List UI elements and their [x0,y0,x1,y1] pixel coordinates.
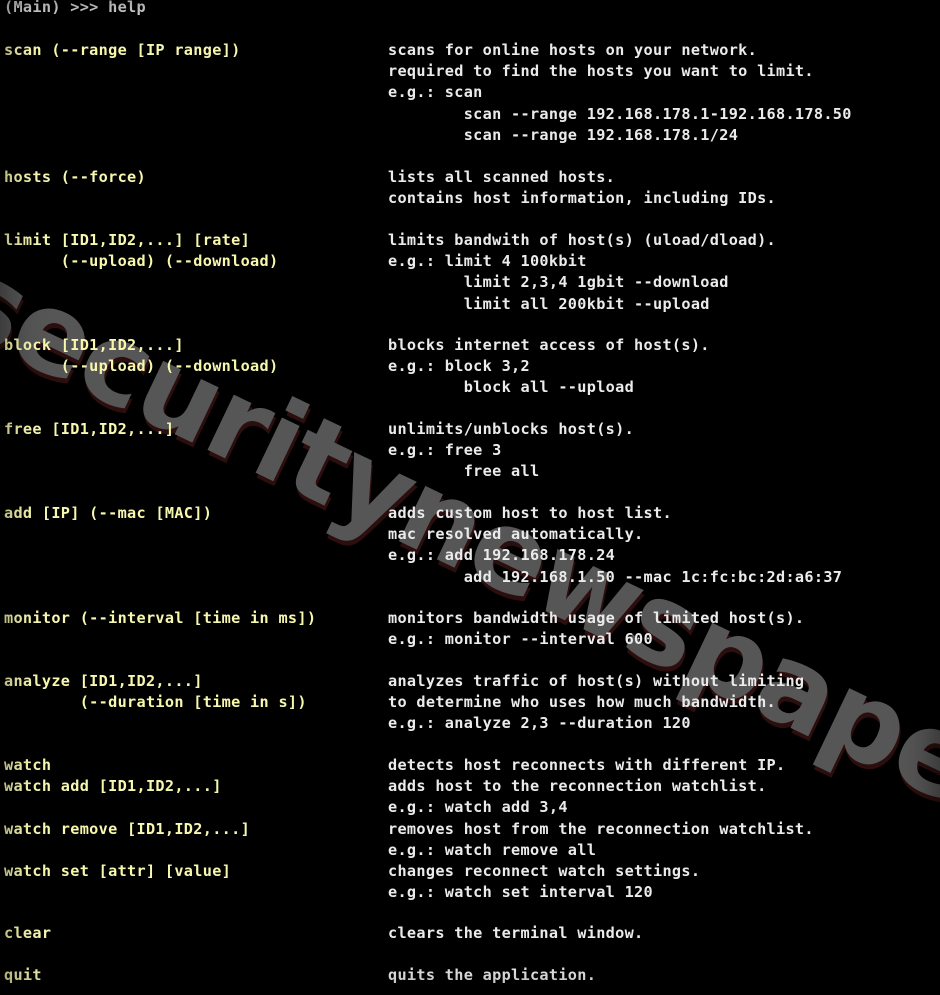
help-desc-hosts: lists all scanned hosts. contains host i… [388,168,777,208]
help-desc-add: adds custom host to host list. mac resol… [388,504,843,586]
help-usage-analyze: analyze [ID1,ID2,...] (--duration [time … [4,672,307,712]
terminal-window[interactable]: securitynewspaper (Main) >>> help scan (… [0,0,940,995]
help-usage-block: block [ID1,ID2,...] (--upload) (--downlo… [4,336,279,376]
help-desc-monitor: monitors bandwidth usage of limited host… [388,609,805,649]
help-usage-quit: quit [4,966,42,984]
help-usage-free: free [ID1,ID2,...] [4,420,175,438]
help-usage-hosts: hosts (--force) [4,168,146,186]
help-usage-monitor: monitor (--interval [time in ms]) [4,609,317,627]
help-desc-scan: scans for online hosts on your network. … [388,41,852,144]
help-desc-clear: clears the terminal window. [388,924,644,942]
help-desc-analyze: analyzes traffic of host(s) without limi… [388,672,805,733]
help-desc-free: unlimits/unblocks host(s). e.g.: free 3 … [388,420,635,481]
help-usage-add: add [IP] (--mac [MAC]) [4,504,213,522]
help-desc-limit: limits bandwith of host(s) (uload/dload)… [388,231,777,313]
help-usage-clear: clear [4,924,52,942]
help-desc-block: blocks internet access of host(s). e.g.:… [388,336,710,397]
help-usage-limit: limit [ID1,ID2,...] [rate] (--upload) (-… [4,231,279,271]
prompt-line: (Main) >>> help [4,0,146,16]
help-usage-watch: watch watch add [ID1,ID2,...] watch remo… [4,756,251,881]
help-usage-scan: scan (--range [IP range]) [4,41,241,59]
help-desc-quit: quits the application. [388,966,597,984]
help-desc-watch: detects host reconnects with different I… [388,756,814,902]
